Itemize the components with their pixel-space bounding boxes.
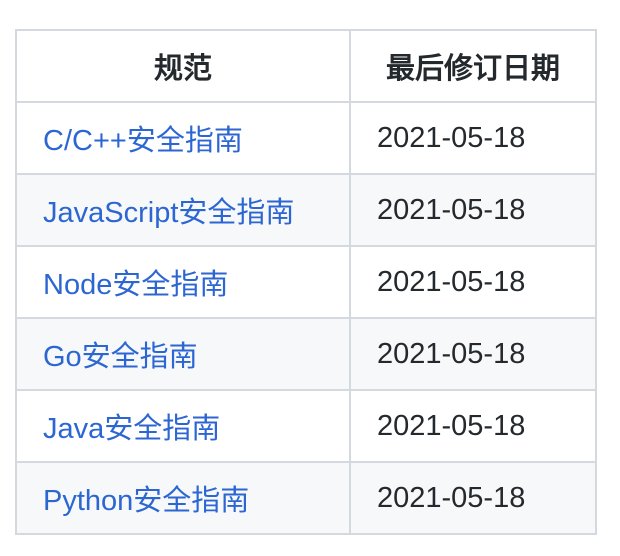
table-row: C/C++安全指南 2021-05-18 bbox=[15, 101, 597, 175]
table-row: Java安全指南 2021-05-18 bbox=[15, 389, 597, 463]
revision-date: 2021-05-18 bbox=[349, 317, 597, 391]
header-last-revised: 最后修订日期 bbox=[349, 29, 597, 103]
table-row: Go安全指南 2021-05-18 bbox=[15, 317, 597, 391]
revision-date: 2021-05-18 bbox=[349, 461, 597, 535]
guide-link-javascript[interactable]: JavaScript安全指南 bbox=[43, 197, 294, 229]
revision-date: 2021-05-18 bbox=[349, 389, 597, 463]
guide-link-python[interactable]: Python安全指南 bbox=[43, 485, 249, 517]
guide-link-go[interactable]: Go安全指南 bbox=[43, 341, 198, 373]
table-row: Node安全指南 2021-05-18 bbox=[15, 245, 597, 319]
revision-date: 2021-05-18 bbox=[349, 101, 597, 175]
table-row: Python安全指南 2021-05-18 bbox=[15, 461, 597, 535]
guidelines-table: 规范 最后修订日期 C/C++安全指南 2021-05-18 JavaScrip… bbox=[15, 29, 597, 535]
revision-date: 2021-05-18 bbox=[349, 173, 597, 247]
guide-link-cpp[interactable]: C/C++安全指南 bbox=[43, 125, 243, 157]
guide-link-java[interactable]: Java安全指南 bbox=[43, 413, 220, 445]
table-header-row: 规范 最后修订日期 bbox=[15, 29, 597, 103]
header-spec: 规范 bbox=[15, 29, 351, 103]
guide-link-node[interactable]: Node安全指南 bbox=[43, 269, 228, 301]
revision-date: 2021-05-18 bbox=[349, 245, 597, 319]
table-row: JavaScript安全指南 2021-05-18 bbox=[15, 173, 597, 247]
